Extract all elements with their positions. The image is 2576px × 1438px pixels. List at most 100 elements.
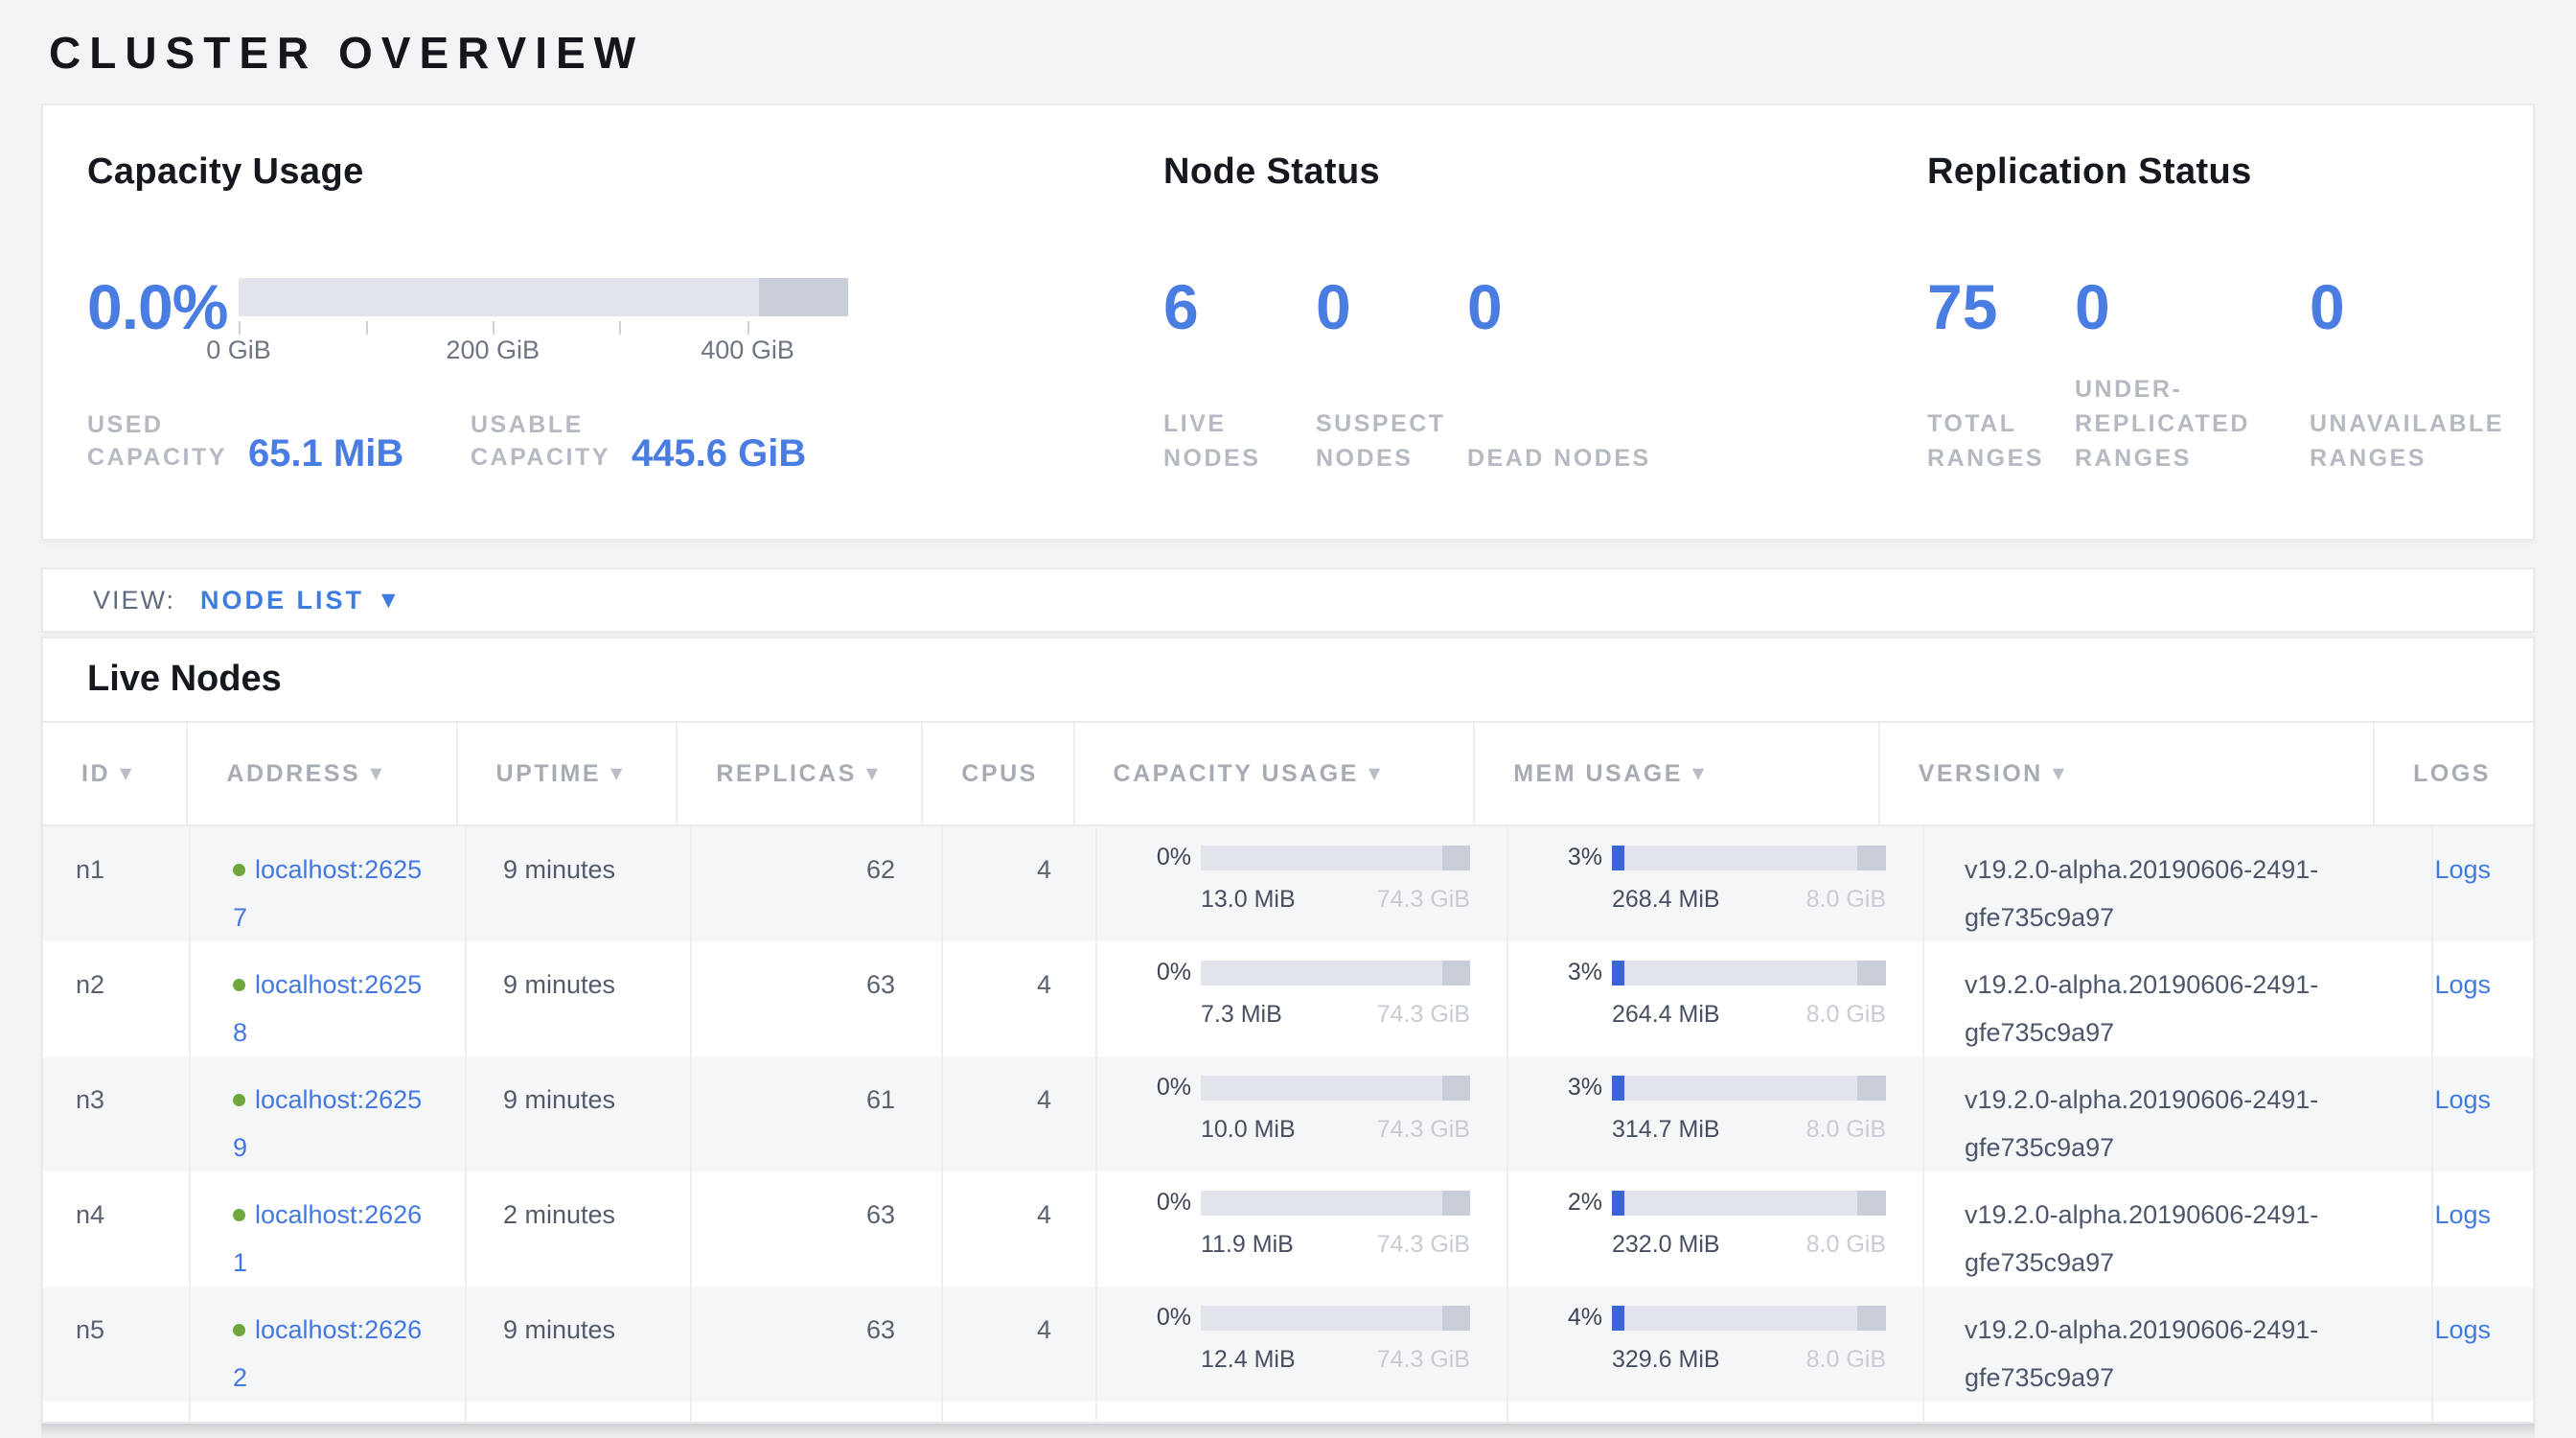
used-capacity-label: USED CAPACITY xyxy=(87,408,227,474)
node-address-link[interactable]: localhost:26261 xyxy=(233,1191,425,1287)
capacity-percent-label: 0% xyxy=(1136,1075,1191,1100)
column-header-id[interactable]: ID▼ xyxy=(43,723,188,824)
logs-link[interactable]: Logs xyxy=(2433,1076,2533,1124)
total-ranges-stat: 75 TOTAL RANGES xyxy=(1927,272,2075,475)
mem-meter: 2% xyxy=(1547,1189,1886,1216)
column-header-version[interactable]: VERSION▼ xyxy=(1880,723,2375,824)
capacity-bar-end-segment xyxy=(759,278,848,316)
capacity-meter-end-segment xyxy=(1442,1306,1471,1331)
node-capacity-usage-cell: 0% 11.9 MiB 74.3 GiB xyxy=(1097,1171,1508,1287)
capacity-percent-label: 0% xyxy=(1136,1190,1191,1215)
logs-link[interactable]: Logs xyxy=(2433,961,2533,1009)
replication-status-stats: 75 TOTAL RANGES 0 UNDER-REPLICATED RANGE… xyxy=(1927,272,2549,475)
node-cpus-cell: 4 xyxy=(943,826,1097,941)
capacity-meter-end-segment xyxy=(1442,846,1471,870)
column-header-mem[interactable]: MEM USAGE▼ xyxy=(1475,723,1880,824)
view-label: VIEW: xyxy=(93,586,175,615)
axis-tick xyxy=(366,321,368,335)
mem-meter-track xyxy=(1612,846,1886,870)
mem-meter-end-segment xyxy=(1857,1076,1886,1101)
node-address-link[interactable]: localhost:26259 xyxy=(233,1076,425,1171)
chevron-down-icon: ▼ xyxy=(381,590,396,611)
node-logs-cell: Logs xyxy=(2433,941,2533,1056)
usable-capacity-label: USABLE CAPACITY xyxy=(471,408,610,474)
logs-link[interactable]: Logs xyxy=(2433,1306,2533,1354)
used-capacity-stat: USED CAPACITY 65.1 MiB xyxy=(87,408,471,474)
capacity-used-percent: 0.0% xyxy=(87,272,239,341)
unavailable-ranges-stat: 0 UNAVAILABLE RANGES xyxy=(2310,272,2549,475)
table-row: n2 localhost:26258 9 minutes 63 4 0% 7.3… xyxy=(43,941,2533,1056)
column-header-address[interactable]: ADDRESS▼ xyxy=(188,723,457,824)
node-id-cell: n2 xyxy=(43,941,191,1056)
mem-meter: 4% xyxy=(1547,1304,1886,1331)
mem-meter-track xyxy=(1612,1076,1886,1101)
mem-percent-label: 2% xyxy=(1547,1190,1602,1215)
mem-total-value: 8.0 GiB xyxy=(1806,1231,1886,1258)
sort-caret-icon: ▼ xyxy=(1368,764,1383,782)
table-row: n3 localhost:26259 9 minutes 61 4 0% 10.… xyxy=(43,1056,2533,1171)
table-bottom-shadow xyxy=(41,1424,2535,1438)
node-capacity-usage-cell: 0% 7.3 MiB 74.3 GiB xyxy=(1097,941,1508,1056)
column-header-logs: LOGS xyxy=(2375,723,2533,824)
mem-total-value: 8.0 GiB xyxy=(1806,886,1886,913)
logs-link[interactable]: Logs xyxy=(2433,846,2533,893)
mem-used-value: 232.0 MiB xyxy=(1612,1231,1720,1258)
node-address-link[interactable]: localhost:26258 xyxy=(233,961,425,1056)
node-mem-usage-cell: 3% 268.4 MiB 8.0 GiB xyxy=(1508,826,1924,941)
dead-nodes-stat: 0 DEAD NODES xyxy=(1467,272,1690,475)
capacity-meter: 0% xyxy=(1136,959,1470,986)
capacity-meter-end-segment xyxy=(1442,1076,1471,1101)
node-mem-usage-cell: 2% 232.0 MiB 8.0 GiB xyxy=(1508,1171,1924,1287)
column-header-replicas[interactable]: REPLICAS▼ xyxy=(678,723,923,824)
usable-capacity-stat: USABLE CAPACITY 445.6 GiB xyxy=(471,408,806,474)
node-logs-cell: Logs xyxy=(2433,1056,2533,1171)
mem-used-value: 329.6 MiB xyxy=(1612,1346,1720,1373)
node-address-link[interactable]: localhost:26257 xyxy=(233,846,425,941)
live-status-dot xyxy=(233,1324,245,1336)
node-uptime-cell: 2 minutes xyxy=(467,1171,692,1287)
node-mem-usage-cell: 3% 264.4 MiB 8.0 GiB xyxy=(1508,941,1924,1056)
column-header-uptime[interactable]: UPTIME▼ xyxy=(458,723,678,824)
capacity-meter-track xyxy=(1201,1191,1470,1216)
table-row-partial xyxy=(43,1402,2533,1424)
node-capacity-usage-cell: 0% 13.0 MiB 74.3 GiB xyxy=(1097,826,1508,941)
column-header-capacity[interactable]: CAPACITY USAGE▼ xyxy=(1075,723,1476,824)
logs-link[interactable]: Logs xyxy=(2433,1191,2533,1239)
mem-meter-track xyxy=(1612,1191,1886,1216)
node-uptime-cell: 9 minutes xyxy=(467,826,692,941)
capacity-meter: 0% xyxy=(1136,1304,1470,1331)
summary-card: Capacity Usage 0.0% xyxy=(41,104,2535,541)
node-replicas-cell: 63 xyxy=(692,1171,943,1287)
mem-meter-end-segment xyxy=(1857,1306,1886,1331)
live-nodes-card: Live Nodes ID▼ADDRESS▼UPTIME▼REPLICAS▼CP… xyxy=(41,637,2535,1424)
node-id-cell: n1 xyxy=(43,826,191,941)
mem-meter-fill xyxy=(1612,1076,1624,1101)
table-body: n1 localhost:26257 9 minutes 62 4 0% 13.… xyxy=(43,826,2533,1424)
mem-meter-fill xyxy=(1612,846,1624,870)
node-capacity-usage-cell xyxy=(1097,1402,1508,1424)
under-replicated-ranges-stat: 0 UNDER-REPLICATED RANGES xyxy=(2075,272,2310,475)
live-status-dot xyxy=(233,1094,245,1106)
capacity-bar-track xyxy=(239,278,848,316)
node-address-cell: localhost:26261 xyxy=(191,1171,467,1287)
node-replicas-cell: 61 xyxy=(692,1056,943,1171)
capacity-meter: 0% xyxy=(1136,1189,1470,1216)
capacity-meter: 0% xyxy=(1136,844,1470,870)
axis-label: 0 GiB xyxy=(206,336,271,365)
node-replicas-cell: 62 xyxy=(692,826,943,941)
view-dropdown[interactable]: NODE LIST ▼ xyxy=(200,586,396,615)
mem-meter-track xyxy=(1612,1306,1886,1331)
mem-total-value: 8.0 GiB xyxy=(1806,1116,1886,1143)
capacity-meter: 0% xyxy=(1136,1074,1470,1101)
mem-meter: 3% xyxy=(1547,959,1886,986)
table-row: n1 localhost:26257 9 minutes 62 4 0% 13.… xyxy=(43,826,2533,941)
mem-meter-fill xyxy=(1612,961,1624,986)
node-uptime-cell: 9 minutes xyxy=(467,941,692,1056)
node-cpus-cell: 4 xyxy=(943,1171,1097,1287)
node-uptime-cell: 9 minutes xyxy=(467,1287,692,1402)
node-address-link[interactable]: localhost:26262 xyxy=(233,1306,425,1402)
capacity-axis-ticks xyxy=(239,316,848,336)
mem-percent-label: 3% xyxy=(1547,960,1602,985)
used-capacity-value: 65.1 MiB xyxy=(248,433,403,474)
mem-used-value: 314.7 MiB xyxy=(1612,1116,1720,1143)
